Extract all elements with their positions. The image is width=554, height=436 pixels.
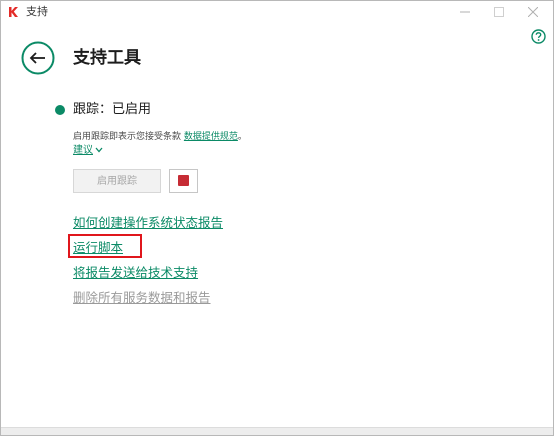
minimize-icon [460,11,470,13]
stop-icon [178,175,189,186]
close-button[interactable] [516,1,550,23]
suggestion-toggle[interactable]: 建议 [73,144,103,157]
highlight-box [68,234,142,258]
consent-text: 启用跟踪即表示您接受条款 数据提供规范。 [73,131,247,143]
chevron-down-icon [95,147,103,153]
delete-service-data-link[interactable]: 删除所有服务数据和报告 [73,289,211,306]
window-title: 支持 [26,5,48,18]
create-os-report-link[interactable]: 如何创建操作系统状态报告 [73,214,223,231]
help-icon[interactable] [531,29,546,44]
consent-suffix: 。 [237,132,247,142]
title-bar: 支持 [1,1,553,25]
back-button[interactable] [21,41,55,75]
tracing-status-label: 跟踪：已启用 [73,102,152,117]
suggestion-label: 建议 [73,145,93,156]
minimize-button[interactable] [448,1,482,23]
send-report-link[interactable]: 将报告发送给技术支持 [73,264,198,281]
bottom-bar [1,427,553,435]
close-icon [527,6,539,18]
maximize-icon [494,7,504,17]
page-title: 支持工具 [73,48,141,68]
data-provision-link[interactable]: 数据提供规范 [184,132,238,142]
consent-prefix: 启用跟踪即表示您接受条款 [73,132,182,142]
kaspersky-k-icon [9,7,18,17]
support-window: 支持 支持工具 跟踪：已启用 启用跟踪即表示您接受条款 数据提供规范。 建议 启… [0,0,554,436]
tracing-status-dot [55,105,65,115]
maximize-button[interactable] [482,1,516,23]
stop-tracing-button[interactable] [169,169,198,193]
enable-tracing-button[interactable]: 启用跟踪 [73,169,161,193]
